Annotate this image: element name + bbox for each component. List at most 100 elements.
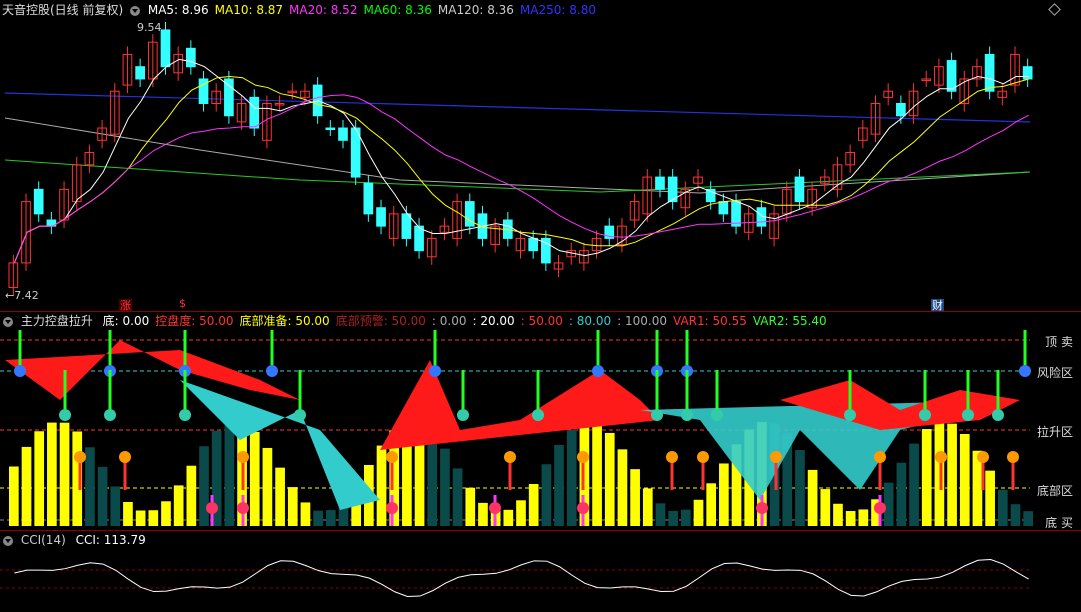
indicator-bar [693,499,704,526]
event-marker-dollar[interactable]: $ [179,297,186,310]
sell-signal-dot [429,365,441,377]
indicator-bar [909,443,919,526]
indicator-legend-item: 控盘度: 50.00 [155,314,234,328]
candlestick [946,60,957,92]
rise-signal-dot [504,451,516,463]
indicator-title: 主力控盘拉升 [20,314,93,328]
candlestick [224,78,234,117]
control-area-red [5,340,300,400]
cci-chart[interactable] [0,548,1081,610]
indicator-bar [97,466,108,526]
indicator-bar [655,503,666,526]
cci-options-dropdown-icon[interactable] [3,535,13,546]
indicator-bar [287,487,298,526]
rise-signal-dot [697,451,709,463]
signal-dot [179,409,191,421]
indicator-bar [997,489,1008,526]
zone-label-top-sell: 顶 卖 [1045,335,1073,349]
signal-dot [711,409,723,421]
candlestick [731,201,741,227]
indicator-bar [541,464,552,526]
candlestick [325,127,336,131]
indicator-bar [249,431,260,526]
indicator-bar [604,432,615,526]
indicator-bar [719,463,729,526]
signal-dot [294,409,306,421]
indicator-bar [452,468,463,526]
indicator-legend-item: 底部准备: 50.00 [239,314,330,328]
indicator-chart[interactable] [0,330,1081,530]
candlestick [249,96,260,129]
indicator-bar [833,503,843,526]
sell-signal-dot [266,365,278,377]
rise-signal-dot [977,451,989,463]
indicator-bar [21,446,32,526]
signal-dot [992,409,1004,421]
indicator-bar [680,509,691,526]
rise-signal-dot [386,451,398,463]
signal-dot [457,409,469,421]
high-price-label: 9.54 [137,21,162,34]
indicator-header: 主力控盘拉升 底: 0.00 控盘度: 50.00 底部准备: 50.00 底部预警:… [0,313,833,329]
indicator-legend-item: : 0.00 [431,314,467,328]
low-price-value: 7.42 [14,289,39,302]
indicator-bar [275,467,285,526]
rise-signal-dot [666,451,678,463]
indicator-bar [706,483,717,526]
indicator-legend-item: 底部预警: 50.00 [335,314,426,328]
candlestick [401,213,412,239]
rise-signal-dot [74,451,86,463]
candlestick [363,182,374,215]
indicator-options-dropdown-icon[interactable] [3,316,13,327]
indicator-bar [1010,504,1021,526]
signal-dot [919,409,931,421]
indicator-bar [123,501,133,526]
zone-label-rise: 拉升区 [1036,425,1073,439]
candlestick [376,207,386,227]
rise-signal-dot [237,451,249,463]
candlestick [896,102,906,117]
indicator-bar [795,450,805,526]
indicator-bar [896,462,907,526]
candlestick [186,47,196,68]
indicator-bar [528,484,539,526]
low-price-label: ←7.42 [5,289,39,302]
indicator-bar [921,429,932,526]
indicator-bar [516,500,526,526]
indicator-bar [313,510,323,526]
cci-header: CCI(14) CCI: 113.79 [0,532,146,548]
candlestick-chart[interactable] [0,0,1081,300]
rise-signal-dot [770,451,782,463]
candlestick [528,237,539,252]
indicator-bar [465,487,476,526]
indicator-bar [592,423,602,526]
indicator-bar [503,509,514,526]
panel-divider [0,311,1081,312]
rise-signal-dot [119,451,131,463]
rise-signal-dot [874,451,886,463]
indicator-bar [883,482,894,526]
indicator-bar [566,429,577,526]
indicator-bar [135,510,146,526]
buy-signal-dot [386,502,398,514]
candlestick [135,66,145,80]
ma250-line [4,92,1031,123]
signal-dot [532,409,544,421]
indicator-bar [47,422,57,526]
candlestick [655,176,665,190]
indicator-bar [376,445,387,526]
indicator-bar [947,423,957,526]
indicator-bar [224,422,235,526]
candlestick [984,53,995,92]
cci-title: CCI(14) [20,533,66,547]
indicator-bar [325,510,336,526]
candlestick [33,188,44,215]
buy-signal-dot [489,502,501,514]
indicator-legend-item: VAR1: 50.55 [673,314,747,328]
indicator-bar [820,489,831,526]
zone-label-bottom-buy: 底 买 [1045,516,1073,530]
indicator-legend-item: : 20.00 [472,314,515,328]
ma10-line [13,76,1029,264]
event-marker-text: $ [179,297,186,310]
indicator-bar [161,501,171,526]
